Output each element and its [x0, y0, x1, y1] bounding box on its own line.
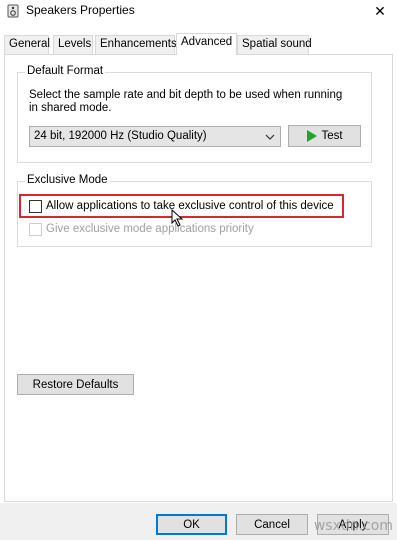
- close-icon: ✕: [374, 2, 386, 19]
- exclusive-priority-label: Give exclusive mode applications priorit…: [46, 223, 254, 235]
- speaker-icon: [7, 4, 19, 18]
- watermark: wsxdn.com: [313, 518, 393, 534]
- exclusive-mode-label: Exclusive Mode: [25, 174, 110, 186]
- chevron-down-icon: [265, 134, 275, 140]
- dialog-footer: OK Cancel Apply wsxdn.com: [0, 503, 397, 540]
- close-button[interactable]: ✕: [363, 0, 397, 22]
- window-title: Speakers Properties: [26, 3, 135, 17]
- format-dropdown-value: 24 bit, 192000 Hz (Studio Quality): [34, 130, 207, 142]
- tab-general[interactable]: General: [4, 35, 50, 54]
- tab-levels[interactable]: Levels: [53, 35, 93, 54]
- title-bar: Speakers Properties ✕: [0, 0, 397, 24]
- tab-spatial-sound[interactable]: Spatial sound: [237, 35, 312, 54]
- mouse-cursor-icon: [171, 209, 183, 227]
- test-button-label: Test: [321, 130, 343, 142]
- ok-button[interactable]: OK: [156, 514, 227, 535]
- tab-enhancements[interactable]: Enhancements: [95, 35, 177, 54]
- cancel-button[interactable]: Cancel: [236, 514, 308, 535]
- test-button[interactable]: Test: [288, 125, 361, 147]
- default-format-description-line2: in shared mode.: [29, 102, 112, 114]
- default-format-group: Default Format: [17, 65, 372, 163]
- exclusive-priority-checkbox[interactable]: [29, 223, 42, 236]
- format-dropdown[interactable]: 24 bit, 192000 Hz (Studio Quality): [29, 126, 281, 147]
- restore-defaults-button[interactable]: Restore Defaults: [17, 374, 134, 395]
- play-icon: [307, 130, 318, 142]
- default-format-description-line1: Select the sample rate and bit depth to …: [29, 89, 343, 101]
- tab-strip: General Levels Enhancements Advanced Spa…: [4, 33, 393, 55]
- default-format-label: Default Format: [25, 65, 106, 77]
- tab-advanced[interactable]: Advanced: [176, 33, 237, 55]
